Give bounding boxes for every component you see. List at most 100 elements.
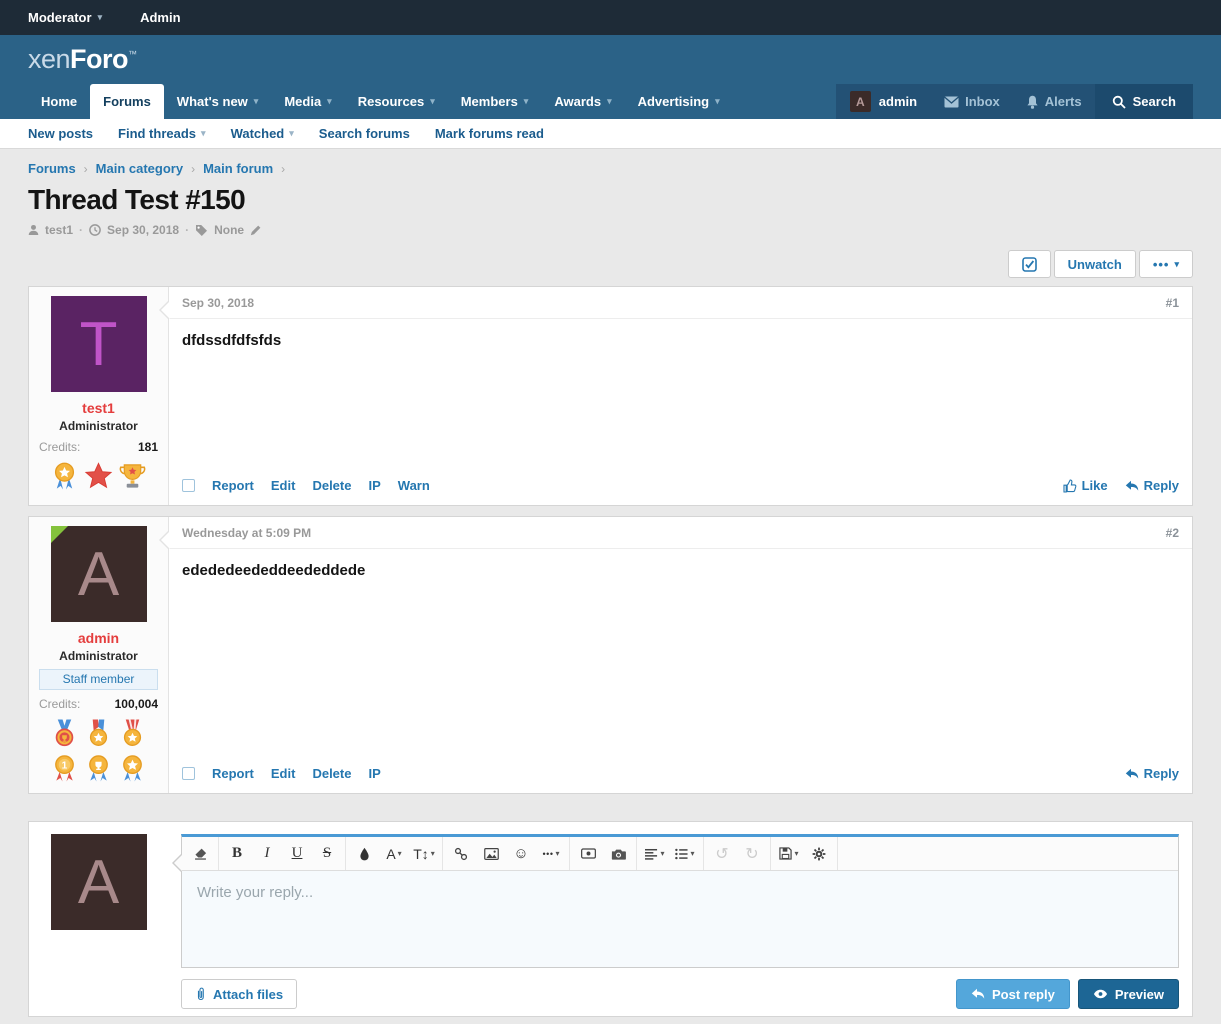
- select-post-checkbox[interactable]: [182, 767, 195, 780]
- inbox-link[interactable]: Inbox: [931, 84, 1013, 119]
- chevron-down-icon: ▾: [555, 850, 559, 858]
- insert-image-button[interactable]: [476, 841, 506, 867]
- masthead: xenForo™ Home Forums What's new▾ Media▾ …: [0, 35, 1221, 119]
- avatar[interactable]: A: [51, 526, 147, 622]
- post-number-link[interactable]: #2: [1166, 526, 1179, 540]
- insert-smilie-button[interactable]: ☺: [506, 841, 536, 867]
- reply-textarea[interactable]: [182, 871, 1178, 967]
- staff-member-banner: Staff member: [39, 669, 158, 690]
- insert-media-button[interactable]: [573, 841, 603, 867]
- insert-link-button[interactable]: [446, 841, 476, 867]
- editor-settings-button[interactable]: [804, 841, 834, 867]
- attach-files-button[interactable]: Attach files: [181, 979, 297, 1009]
- xenforo-logo[interactable]: xenForo™: [28, 44, 137, 75]
- tab-advertising[interactable]: Advertising▾: [625, 84, 733, 119]
- admin-menu-link[interactable]: Admin: [140, 10, 180, 25]
- account-menu[interactable]: A admin: [836, 84, 931, 119]
- tag-icon: [195, 224, 208, 236]
- font-family-button[interactable]: A▾: [379, 841, 409, 867]
- remove-format-button[interactable]: [185, 841, 215, 867]
- username-link[interactable]: admin: [78, 630, 119, 646]
- drafts-button[interactable]: ▾: [774, 841, 804, 867]
- breadcrumb: Forums › Main category › Main forum ›: [28, 161, 1193, 176]
- alignment-button[interactable]: ▾: [640, 841, 670, 867]
- pencil-icon[interactable]: [250, 224, 262, 236]
- post-2-user-panel: A admin Administrator Staff member Credi…: [29, 517, 168, 793]
- subnav-mark-forums-read[interactable]: Mark forums read: [435, 126, 544, 141]
- moderator-menu[interactable]: Moderator▾: [28, 10, 102, 25]
- delete-link[interactable]: Delete: [312, 766, 351, 781]
- font-size-button[interactable]: T↕▾: [409, 841, 439, 867]
- report-link[interactable]: Report: [212, 766, 254, 781]
- select-post-checkbox[interactable]: [182, 479, 195, 492]
- online-indicator: [51, 526, 68, 543]
- text-color-button[interactable]: [349, 841, 379, 867]
- subnav-find-threads[interactable]: Find threads▾: [118, 126, 206, 141]
- tab-resources[interactable]: Resources▾: [345, 84, 448, 119]
- subnav-watched[interactable]: Watched▾: [231, 126, 294, 141]
- reply-user-panel: A: [29, 822, 168, 1016]
- unwatch-button[interactable]: Unwatch: [1054, 250, 1136, 278]
- edit-link[interactable]: Edit: [271, 478, 296, 493]
- search-button[interactable]: Search: [1095, 84, 1193, 119]
- post-date-link[interactable]: Sep 30, 2018: [182, 296, 254, 310]
- user-icon: [28, 224, 39, 236]
- delete-link[interactable]: Delete: [312, 478, 351, 493]
- tab-whats-new[interactable]: What's new▾: [164, 84, 272, 119]
- like-link[interactable]: Like: [1063, 478, 1108, 493]
- italic-button[interactable]: I: [252, 841, 282, 867]
- strikethrough-button[interactable]: S: [312, 841, 342, 867]
- undo-icon: ↺: [715, 844, 728, 864]
- preview-button[interactable]: Preview: [1078, 979, 1179, 1009]
- award-rosette-medal-icon: [50, 461, 79, 491]
- tab-members[interactable]: Members▾: [448, 84, 542, 119]
- avatar[interactable]: T: [51, 296, 147, 392]
- breadcrumb-forums[interactable]: Forums: [28, 161, 76, 176]
- list-button[interactable]: ▾: [670, 841, 700, 867]
- tab-media[interactable]: Media▾: [271, 84, 344, 119]
- reply-link[interactable]: Reply: [1125, 766, 1179, 781]
- chevron-down-icon: ▾: [431, 850, 435, 858]
- redo-button[interactable]: ↻: [737, 841, 767, 867]
- underline-button[interactable]: U: [282, 841, 312, 867]
- username-link[interactable]: test1: [82, 400, 115, 416]
- eye-icon: [1093, 989, 1108, 999]
- warn-link[interactable]: Warn: [398, 478, 430, 493]
- post-date-link[interactable]: Wednesday at 5:09 PM: [182, 526, 311, 540]
- tab-forums[interactable]: Forums: [90, 84, 164, 119]
- thread-date[interactable]: Sep 30, 2018: [107, 223, 179, 237]
- ip-link[interactable]: IP: [368, 766, 380, 781]
- select-all-posts-button[interactable]: [1008, 250, 1051, 278]
- tab-awards[interactable]: Awards▾: [541, 84, 624, 119]
- ip-link[interactable]: IP: [368, 478, 380, 493]
- sub-navigation: New posts Find threads▾ Watched▾ Search …: [0, 119, 1221, 149]
- chevron-down-icon: ▾: [289, 129, 294, 138]
- camera-icon: [611, 848, 626, 860]
- edit-link[interactable]: Edit: [271, 766, 296, 781]
- undo-button[interactable]: ↺: [707, 841, 737, 867]
- bold-button[interactable]: B: [222, 841, 252, 867]
- avatar[interactable]: A: [51, 834, 147, 930]
- bullet-list-icon: [675, 848, 688, 860]
- breadcrumb-main-category[interactable]: Main category: [96, 161, 183, 176]
- editor-more-button[interactable]: •••▾: [536, 841, 566, 867]
- post-number-link[interactable]: #1: [1166, 296, 1179, 310]
- award-red-star-icon: [84, 461, 113, 491]
- award-medal-icon: 1: [50, 753, 79, 783]
- reply-link[interactable]: Reply: [1125, 478, 1179, 493]
- subnav-new-posts[interactable]: New posts: [28, 126, 93, 141]
- thread-starter[interactable]: test1: [45, 223, 73, 237]
- award-trophy-icon: [118, 461, 147, 491]
- alerts-link[interactable]: Alerts: [1013, 84, 1095, 119]
- post-reply-button[interactable]: Post reply: [956, 979, 1070, 1009]
- gallery-upload-button[interactable]: [603, 841, 633, 867]
- visitor-tabs: A admin Inbox Alerts: [836, 84, 1095, 119]
- breadcrumb-main-forum[interactable]: Main forum: [203, 161, 273, 176]
- thread-tags: None: [214, 223, 244, 237]
- thread-more-button[interactable]: ••• ▾: [1139, 250, 1193, 278]
- award-medal-icon: [50, 718, 79, 748]
- user-title: Administrator: [59, 649, 138, 663]
- report-link[interactable]: Report: [212, 478, 254, 493]
- subnav-search-forums[interactable]: Search forums: [319, 126, 410, 141]
- tab-home[interactable]: Home: [28, 84, 90, 119]
